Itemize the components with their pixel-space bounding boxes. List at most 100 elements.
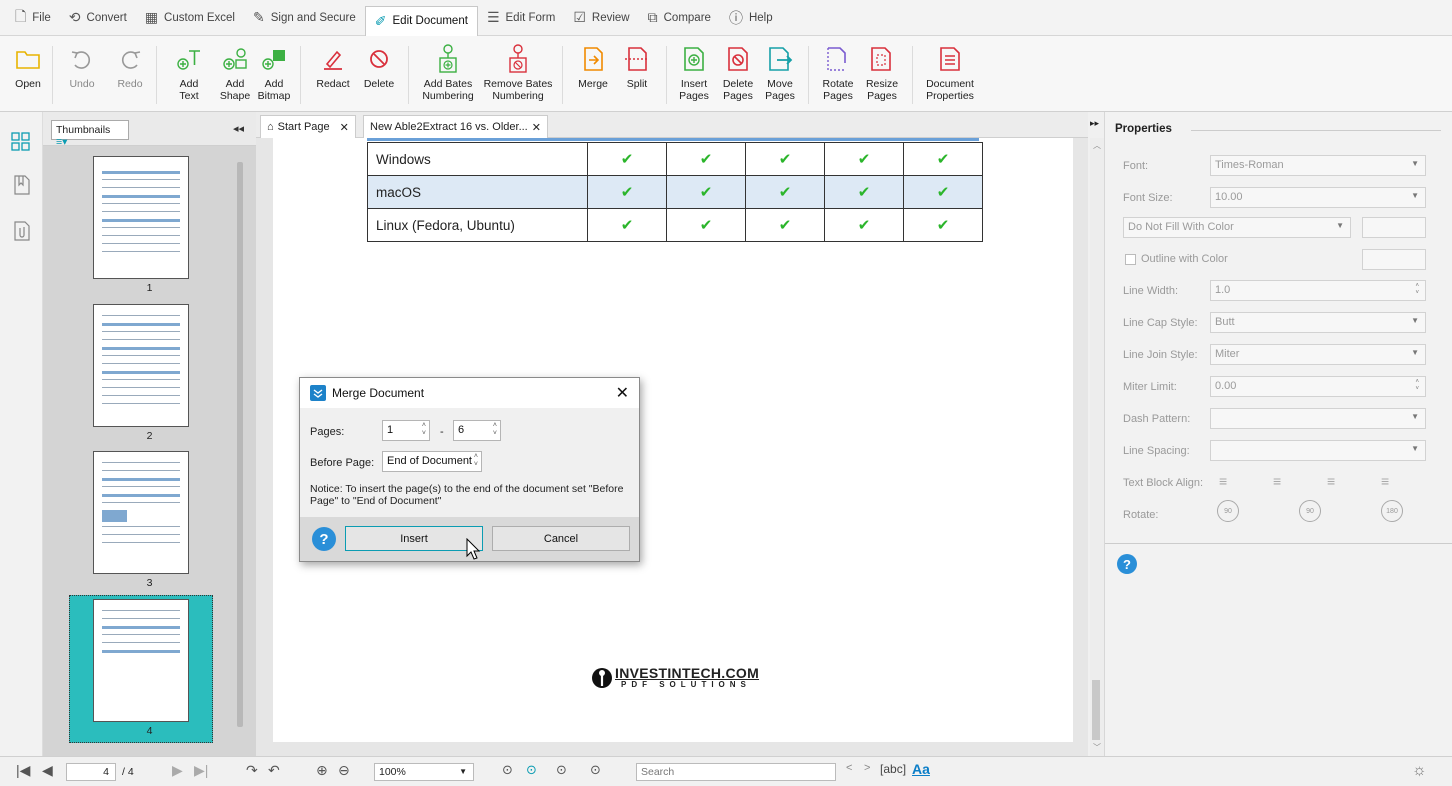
menu-edit-form[interactable]: ☰ Edit Form: [478, 5, 564, 31]
resize-pages-button[interactable]: Resize Pages: [860, 40, 904, 102]
spinner-icon[interactable]: ˄ ˅: [474, 453, 478, 469]
attachments-panel-icon[interactable]: [13, 220, 31, 245]
thumbnail-page-1[interactable]: [93, 156, 189, 279]
brightness-icon[interactable]: ☼: [1412, 762, 1427, 780]
prev-page-icon[interactable]: ◀: [42, 762, 53, 779]
single-page-view-icon[interactable]: ⊙: [502, 762, 513, 778]
add-text-button[interactable]: Add Text: [166, 40, 212, 102]
first-page-icon[interactable]: |◀: [16, 762, 30, 779]
menu-custom-excel[interactable]: ▦ Custom Excel: [136, 5, 244, 31]
thumbnail-page-4[interactable]: [93, 599, 189, 722]
next-page-icon[interactable]: ▶: [172, 762, 183, 779]
continuous-view-icon[interactable]: ⊙: [526, 762, 537, 778]
fill-color-select[interactable]: Do Not Fill With Color ▼: [1123, 217, 1351, 238]
rotate-cw-icon[interactable]: ↷: [246, 762, 258, 779]
search-next-icon[interactable]: >: [864, 762, 870, 774]
font-size-select[interactable]: 10.00 ▼: [1210, 187, 1426, 208]
whole-word-toggle[interactable]: [abc]: [880, 762, 906, 776]
line-cap-select[interactable]: Butt ▼: [1210, 312, 1426, 333]
rotate-90-ccw-button[interactable]: 90: [1217, 500, 1239, 522]
delete-button[interactable]: Delete: [356, 40, 402, 90]
fill-color-swatch[interactable]: [1362, 217, 1426, 238]
redact-icon: [321, 40, 345, 78]
menu-label: Compare: [663, 11, 711, 24]
zoom-out-icon[interactable]: ⊖: [338, 762, 350, 779]
split-button[interactable]: Split: [614, 40, 660, 90]
dash-pattern-select[interactable]: ▼: [1210, 408, 1426, 429]
add-bates-numbering-button[interactable]: Add Bates Numbering: [418, 40, 478, 102]
merge-button[interactable]: Merge: [570, 40, 616, 90]
align-right-icon[interactable]: ≡: [1327, 473, 1335, 489]
redo-button[interactable]: Redo: [110, 40, 150, 90]
close-icon[interactable]: ✕: [616, 383, 629, 403]
before-page-input[interactable]: End of Document ˄ ˅: [382, 451, 482, 472]
page-number-input[interactable]: 4: [66, 763, 116, 781]
tab-document[interactable]: New Able2Extract 16 vs. Older... ✕: [363, 115, 548, 138]
help-icon[interactable]: ?: [312, 527, 336, 551]
move-pages-button[interactable]: Move Pages: [758, 40, 802, 102]
close-icon[interactable]: ✕: [340, 121, 349, 134]
pages-from-input[interactable]: 1 ˄ ˅: [382, 420, 430, 441]
undo-button[interactable]: Undo: [62, 40, 102, 90]
line-width-input[interactable]: 1.0 ˄ ˅: [1210, 280, 1426, 301]
rotate-ccw-icon[interactable]: ↶: [268, 762, 280, 779]
zoom-in-icon[interactable]: ⊕: [316, 762, 328, 779]
insert-button[interactable]: Insert: [345, 526, 483, 551]
zoom-select[interactable]: 100% ▼: [374, 763, 474, 781]
add-shape-button[interactable]: Add Shape: [212, 40, 258, 102]
last-page-icon[interactable]: ▶|: [194, 762, 208, 779]
open-button[interactable]: Open: [6, 40, 50, 90]
document-properties-button[interactable]: Document Properties: [920, 40, 980, 102]
search-prev-icon[interactable]: <: [846, 762, 852, 774]
thumbnails-panel-icon[interactable]: [11, 132, 31, 155]
menu-file[interactable]: 🗋 File: [6, 5, 60, 31]
rotate-pages-button[interactable]: Rotate Pages: [816, 40, 860, 102]
line-join-select[interactable]: Miter ▼: [1210, 344, 1426, 365]
close-icon[interactable]: ✕: [532, 121, 541, 134]
align-left-icon[interactable]: ≡: [1219, 473, 1227, 489]
redact-button[interactable]: Redact: [310, 40, 356, 90]
thumbnails-scrollbar[interactable]: [237, 162, 243, 727]
split-view-icon[interactable]: ⊙: [590, 762, 601, 778]
scroll-thumb[interactable]: [1092, 680, 1100, 740]
tab-start-page[interactable]: ⌂ Start Page ✕: [260, 115, 356, 138]
insert-pages-button[interactable]: Insert Pages: [672, 40, 716, 102]
menu-review[interactable]: ☑ Review: [564, 5, 638, 31]
align-justify-icon[interactable]: ≡: [1381, 473, 1389, 489]
rotate-90-cw-button[interactable]: 90: [1299, 500, 1321, 522]
search-input[interactable]: Search: [636, 763, 836, 781]
delete-pages-button[interactable]: Delete Pages: [716, 40, 760, 102]
thumbnail-page-3[interactable]: [93, 451, 189, 574]
collapse-panel-icon[interactable]: ◂◂: [233, 122, 244, 135]
miter-limit-input[interactable]: 0.00 ˄ ˅: [1210, 376, 1426, 397]
help-icon[interactable]: ?: [1117, 554, 1137, 574]
menu-convert[interactable]: ⟲ Convert: [60, 5, 136, 31]
resize-pages-icon: [869, 40, 895, 78]
thumbnail-page-2[interactable]: [93, 304, 189, 427]
menu-sign-and-secure[interactable]: ✎ Sign and Secure: [244, 5, 365, 31]
scroll-down-icon[interactable]: ﹀: [1093, 742, 1101, 753]
outline-color-swatch[interactable]: [1362, 249, 1426, 270]
menu-edit-document[interactable]: ✐ Edit Document: [364, 5, 478, 36]
spinner-icon[interactable]: ˄ ˅: [493, 422, 497, 438]
document-scrollbar[interactable]: ︿ ﹀: [1090, 138, 1104, 756]
menu-help[interactable]: ⓘ Help: [720, 5, 782, 31]
menu-compare[interactable]: ⧉ Compare: [639, 5, 720, 31]
remove-bates-numbering-button[interactable]: Remove Bates Numbering: [482, 40, 554, 102]
line-spacing-select[interactable]: ▼: [1210, 440, 1426, 461]
spinner-icon[interactable]: ˄ ˅: [422, 422, 426, 438]
rotate-180-button[interactable]: 180: [1381, 500, 1403, 522]
bookmarks-panel-icon[interactable]: [13, 174, 31, 199]
match-case-toggle[interactable]: Aa: [912, 761, 930, 777]
align-center-icon[interactable]: ≡: [1273, 473, 1281, 489]
font-select[interactable]: Times-Roman ▼: [1210, 155, 1426, 176]
thumbnails-dropdown[interactable]: Thumbnails ≡▾: [51, 120, 129, 148]
add-bitmap-button[interactable]: Add Bitmap: [254, 40, 294, 102]
pages-to-input[interactable]: 6 ˄ ˅: [453, 420, 501, 441]
cancel-button[interactable]: Cancel: [492, 526, 630, 551]
expand-right-icon[interactable]: ▸▸: [1090, 118, 1099, 129]
scroll-up-icon[interactable]: ︿: [1093, 140, 1101, 151]
outline-checkbox[interactable]: [1125, 254, 1136, 265]
delete-label: Delete: [363, 78, 395, 90]
facing-view-icon[interactable]: ⊙: [556, 762, 567, 778]
